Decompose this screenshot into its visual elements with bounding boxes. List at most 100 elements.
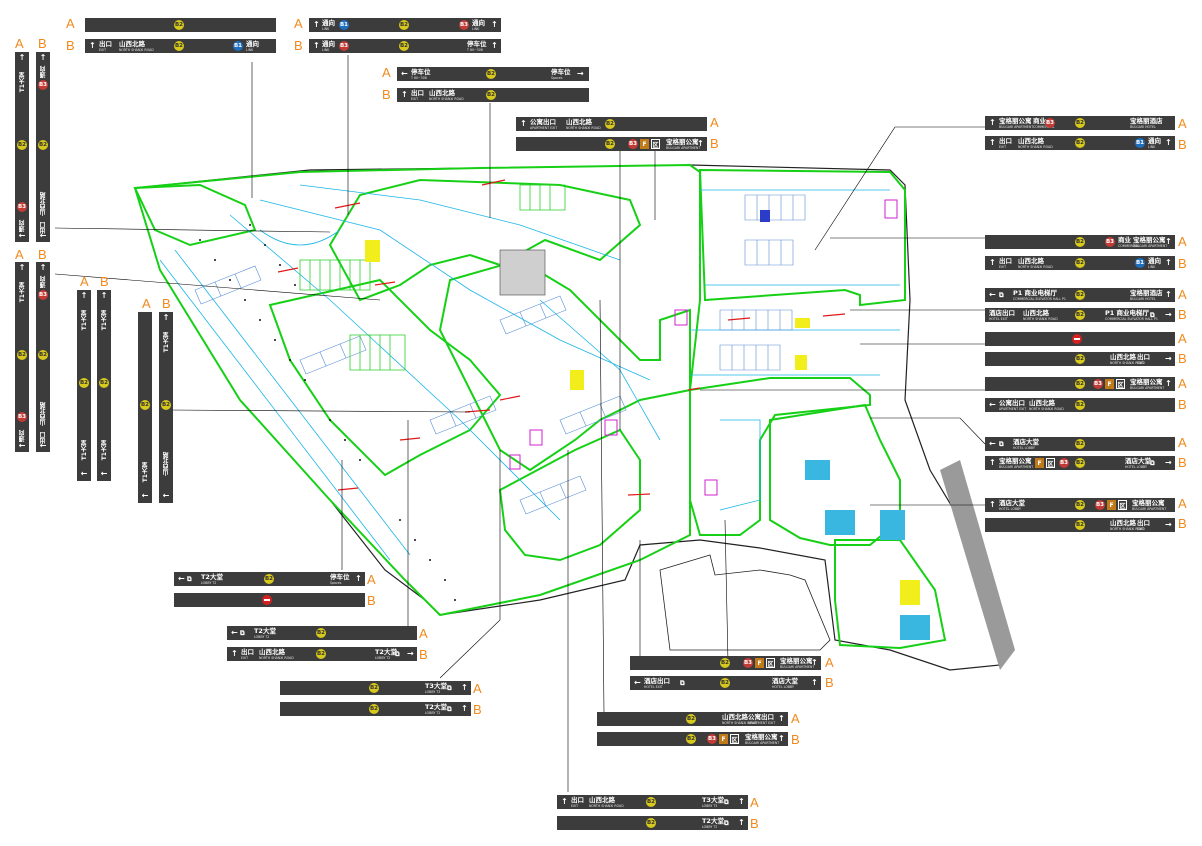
label-b: B — [825, 675, 834, 690]
sign-text: 出口 — [99, 39, 112, 48]
sign-subtext: LOBBY T2 — [201, 580, 217, 585]
sign-text: 宝格丽公寓 — [1133, 235, 1166, 244]
zone-f-icon: F — [1105, 379, 1114, 389]
sign-text: 停车位 — [551, 67, 571, 76]
arrow-up-icon: ↑ — [1165, 138, 1172, 147]
level-b3-badge: B3 — [17, 202, 27, 212]
sign-board: ↑ 出口 EXIT 山西北路 NORTH SHANXI ROAD B2 T2大堂 LO… — [227, 647, 417, 661]
sign-board: ↑ 出口 EXIT 山西北路 NORTH SHANXI ROAD B2 B1 通向 L… — [985, 136, 1175, 150]
level-b3-badge: B3 — [459, 20, 469, 30]
arrow-up-icon: ↑ — [561, 797, 568, 806]
arrow-up-icon: ↑ — [401, 90, 408, 99]
sign-text: 山西北路 — [1018, 136, 1044, 145]
level-b3-badge: B3 — [1095, 500, 1105, 510]
arrow-left-icon: ← — [231, 628, 238, 637]
elevator-icon: ⧉ — [1150, 310, 1155, 319]
core-blocks — [365, 210, 930, 640]
sign-text: 宝格丽公寓 — [666, 137, 699, 146]
sign-subtext: COMMERCIAL ELEVATOR HALL P1 — [1013, 296, 1066, 301]
zone-qu-icon: 区 — [1046, 458, 1055, 468]
level-b2-badge: B2 — [1075, 138, 1085, 148]
sign-board: 酒店出口 HOTEL EXIT 山西北路 NORTH SHANXI ROAD B2 … — [985, 308, 1175, 322]
elevator-icon: ⧉ — [724, 818, 729, 827]
arrow-up-icon: ↑ — [461, 704, 468, 713]
driveways — [159, 184, 900, 561]
arrow-up-icon: ↑ — [18, 263, 26, 272]
sign-text: 山西北路 — [119, 39, 145, 48]
sign-board: ↑ 出口 EXIT 山西北路 NORTH SHANXI ROAD B2 B1 通向 L… — [985, 256, 1175, 270]
sign-subtext: HOTEL EXIT — [989, 316, 1008, 321]
level-b2-badge: B2 — [79, 378, 89, 388]
label-b: B — [1178, 307, 1187, 322]
sign-text: 宝格丽酒店 — [1130, 288, 1163, 297]
elevator-icon: ⧉ — [680, 678, 685, 687]
arrow-up-icon: ↑ — [18, 53, 26, 62]
zone-f-icon: F — [1035, 458, 1044, 468]
level-b2-badge: B2 — [264, 574, 274, 584]
ramp-strip — [940, 460, 1015, 670]
vertical-sign: B2 T1大堂 ← — [138, 312, 152, 503]
sign-board: ↑ 通向 LINK B3 B2 停车位 T 60~308 ↑ — [309, 39, 501, 53]
level-b2-badge: B2 — [38, 140, 48, 150]
sign-board: B2 T2大堂 LOBBY T2 ⧉ ↑ — [280, 702, 471, 716]
sign-subtext: T 60~308 — [467, 47, 483, 52]
sign-subtext: BULGARI APARTMENT — [1132, 506, 1167, 511]
sign-text: T1大堂 — [80, 310, 88, 331]
sign-subtext: T 60~308 — [411, 75, 427, 80]
sign-text: 山西北路 — [39, 192, 47, 216]
sign-subtext: LOBBY T3 — [702, 803, 718, 808]
sign-subtext: NORTH SHANXI ROAD — [119, 47, 154, 52]
sign-text: 通向 — [322, 18, 335, 27]
sign-board: ↑ 出口 EXIT 山西北路 NORTH SHANXI ROAD B2 — [397, 88, 589, 102]
label-a: A — [66, 16, 75, 31]
sign-text: T3大堂 — [425, 681, 447, 690]
sign-subtext: EXIT — [571, 803, 579, 808]
arrow-up-icon: ↑ — [1165, 290, 1172, 299]
arrow-up-icon: ↑ — [461, 683, 468, 692]
label-a: A — [710, 115, 719, 130]
elevator-icon: ⧉ — [999, 290, 1004, 299]
zone-f-icon: F — [1107, 500, 1116, 510]
sign-text: 山西北路 — [1110, 352, 1136, 361]
arrow-up-icon: ↑ — [80, 291, 88, 300]
label-b: B — [382, 87, 391, 102]
label-a: A — [825, 655, 834, 670]
level-b2-badge: B2 — [486, 90, 496, 100]
elevator-icon: ⧉ — [999, 439, 1004, 448]
sign-subtext: NORTH SHANXI ROAD — [1029, 406, 1064, 411]
zone-qu-icon: 区 — [766, 658, 775, 668]
sign-board: ← 停车位 T 60~308 B2 停车位 Spaces → — [397, 67, 589, 81]
neighbor-building — [659, 554, 831, 651]
label-a: A — [142, 296, 151, 311]
sign-board: B2 山西北路 NORTH SHANXI ROAD 公寓出口 APARTMENT E… — [597, 712, 788, 726]
sign-subtext: Spaces — [551, 75, 563, 80]
sign-subtext: LINK — [322, 47, 330, 52]
arrow-right-icon: → — [577, 69, 584, 78]
sign-subtext: EXIT — [999, 144, 1007, 149]
arrow-up-icon: ↑ — [989, 258, 996, 267]
level-b2-badge: B2 — [399, 41, 409, 51]
level-b2-badge: B2 — [316, 628, 326, 638]
label-a: A — [419, 626, 428, 641]
level-b2-badge: B2 — [1075, 310, 1085, 320]
level-b2-badge: B2 — [686, 734, 696, 744]
sign-subtext: BULGARI APARTMENT — [999, 464, 1034, 469]
arrow-right-icon: → — [1165, 354, 1172, 363]
level-b2-badge: B2 — [1075, 379, 1085, 389]
label-a: A — [80, 274, 89, 289]
sign-subtext: EXIT — [1137, 360, 1145, 365]
sign-board: B2 B3 F 区 宝格丽公寓 BULGARI APARTMENT ↑ — [985, 377, 1175, 391]
sign-text: T2大堂 — [425, 702, 447, 711]
level-b1-badge: B1 — [1135, 138, 1145, 148]
vertical-sign: ↑ T1大堂 B2 T1大堂 ← — [77, 290, 91, 481]
label-b: B — [1178, 351, 1187, 366]
zone-f-icon: F — [755, 658, 764, 668]
label-a: A — [382, 65, 391, 80]
level-b3-badge: B3 — [339, 41, 349, 51]
sign-text: T1大堂 — [100, 310, 108, 331]
arrow-left-icon: ← — [162, 491, 170, 500]
sign-text: 通向 — [39, 66, 47, 78]
elevator-icon: ⧉ — [724, 797, 729, 806]
sign-subtext: LOBBY T2 — [425, 710, 441, 715]
arrow-up-icon: ↑ — [738, 818, 745, 827]
